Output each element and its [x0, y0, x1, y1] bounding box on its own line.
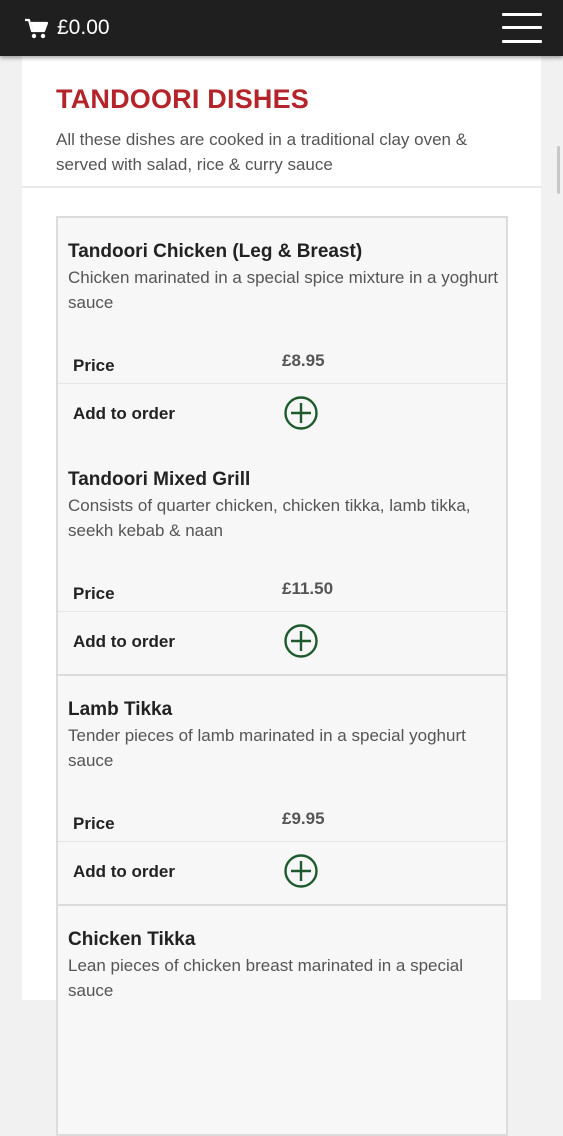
add-to-order-button[interactable]	[284, 854, 318, 888]
shopping-cart-icon[interactable]	[24, 18, 49, 40]
price-value: £11.50	[282, 579, 334, 598]
dish-card: Lamb Tikka Tender pieces of lamb marinat…	[56, 676, 508, 906]
price-label: Price	[73, 584, 115, 603]
dish-name: Chicken Tikka	[68, 929, 196, 950]
price-row: Price £9.95	[58, 794, 506, 842]
dish-description: Chicken marinated in a special spice mix…	[68, 268, 498, 312]
dish-card: Tandoori Mixed Grill Consists of quarter…	[56, 446, 508, 676]
dish-card: Chicken Tikka Lean pieces of chicken bre…	[56, 906, 508, 1136]
dish-list: Tandoori Chicken (Leg & Breast) Chicken …	[56, 216, 508, 1136]
price-row: Price £8.95	[58, 336, 506, 384]
price-value: £8.95	[282, 351, 325, 370]
menu-panel: TANDOORI DISHES All these dishes are coo…	[22, 56, 541, 1136]
price-row: Price £11.50	[58, 564, 506, 612]
dish-name: Tandoori Mixed Grill	[68, 469, 251, 490]
price-label: Price	[73, 814, 115, 833]
add-to-order-label: Add to order	[73, 404, 175, 423]
top-bar: £0.00	[0, 0, 563, 56]
dish-description: Tender pieces of lamb marinated in a spe…	[68, 726, 466, 770]
price-value: £9.95	[282, 809, 325, 828]
menu-bar	[502, 13, 542, 16]
menu-bar	[502, 40, 542, 43]
plus-circle-icon	[284, 624, 318, 658]
section-header: TANDOORI DISHES All these dishes are coo…	[22, 56, 541, 188]
add-to-order-row: Add to order	[58, 384, 506, 446]
dish-name: Tandoori Chicken (Leg & Breast)	[68, 241, 363, 262]
dish-card: Tandoori Chicken (Leg & Breast) Chicken …	[56, 216, 508, 446]
cart-total[interactable]: £0.00	[57, 15, 110, 41]
plus-circle-icon	[284, 854, 318, 888]
menu-bar	[502, 26, 542, 29]
scrollbar[interactable]	[557, 146, 560, 194]
add-to-order-button[interactable]	[284, 396, 318, 430]
dish-name: Lamb Tikka	[68, 699, 173, 720]
dish-description: Lean pieces of chicken breast marinated …	[68, 956, 464, 1000]
add-to-order-label: Add to order	[73, 862, 175, 881]
add-to-order-row: Add to order	[58, 842, 506, 904]
hamburger-menu-icon[interactable]	[502, 13, 542, 43]
add-to-order-label: Add to order	[73, 632, 175, 651]
dish-description: Consists of quarter chicken, chicken tik…	[68, 496, 471, 540]
plus-circle-icon	[284, 396, 318, 430]
add-to-order-button[interactable]	[284, 624, 318, 658]
add-to-order-row: Add to order	[58, 612, 506, 674]
section-title: TANDOORI DISHES	[56, 84, 310, 114]
price-label: Price	[73, 356, 115, 375]
section-description: All these dishes are cooked in a traditi…	[56, 130, 468, 174]
